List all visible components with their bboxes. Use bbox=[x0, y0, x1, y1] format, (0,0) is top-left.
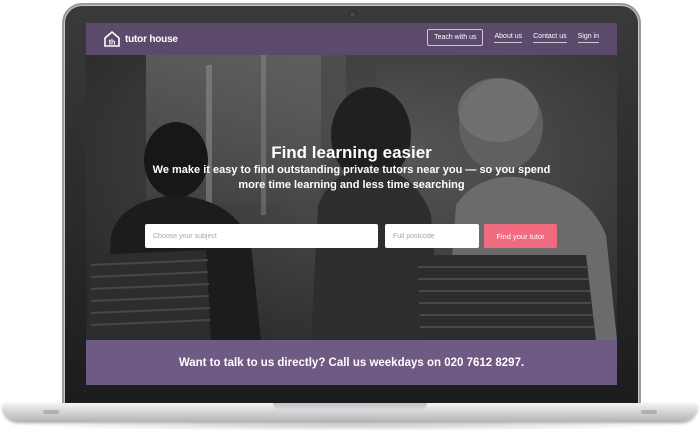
th-house-icon: th bbox=[103, 30, 121, 48]
logo-text: tutor house bbox=[125, 33, 178, 45]
contact-phone-text: Want to talk to us directly? Call us wee… bbox=[178, 356, 525, 369]
laptop-base bbox=[3, 403, 697, 421]
contact-us-link[interactable]: Contact us bbox=[533, 33, 567, 43]
site-logo[interactable]: th tutor house bbox=[103, 30, 178, 48]
hero-section: Find learning easier We make it easy to … bbox=[86, 55, 617, 340]
hero-title: Find learning easier bbox=[271, 143, 432, 162]
nav-links: Teach with us About us Contact us Sign i… bbox=[427, 29, 599, 46]
laptop-shadow bbox=[20, 421, 680, 431]
laptop-vent-left bbox=[43, 410, 59, 414]
sign-in-link[interactable]: Sign in bbox=[577, 33, 599, 43]
subject-input[interactable] bbox=[145, 224, 378, 248]
find-your-tutor-button[interactable]: Find your tutor bbox=[484, 224, 557, 248]
laptop-notch bbox=[273, 403, 427, 410]
contact-band: Want to talk to us directly? Call us wee… bbox=[86, 340, 617, 385]
about-us-link[interactable]: About us bbox=[494, 33, 523, 43]
postcode-input[interactable] bbox=[385, 224, 479, 248]
laptop-vent-right bbox=[641, 410, 657, 414]
svg-text:th: th bbox=[109, 40, 116, 47]
hero-background-photo bbox=[86, 55, 617, 340]
camera-icon bbox=[349, 12, 355, 17]
top-navbar: th tutor house Teach with us About us Co… bbox=[86, 23, 617, 55]
hero-subtitle: We make it easy to find outstanding priv… bbox=[152, 164, 551, 191]
teach-with-us-button[interactable]: Teach with us bbox=[427, 29, 484, 46]
laptop-screen: th tutor house Teach with us About us Co… bbox=[86, 23, 617, 385]
